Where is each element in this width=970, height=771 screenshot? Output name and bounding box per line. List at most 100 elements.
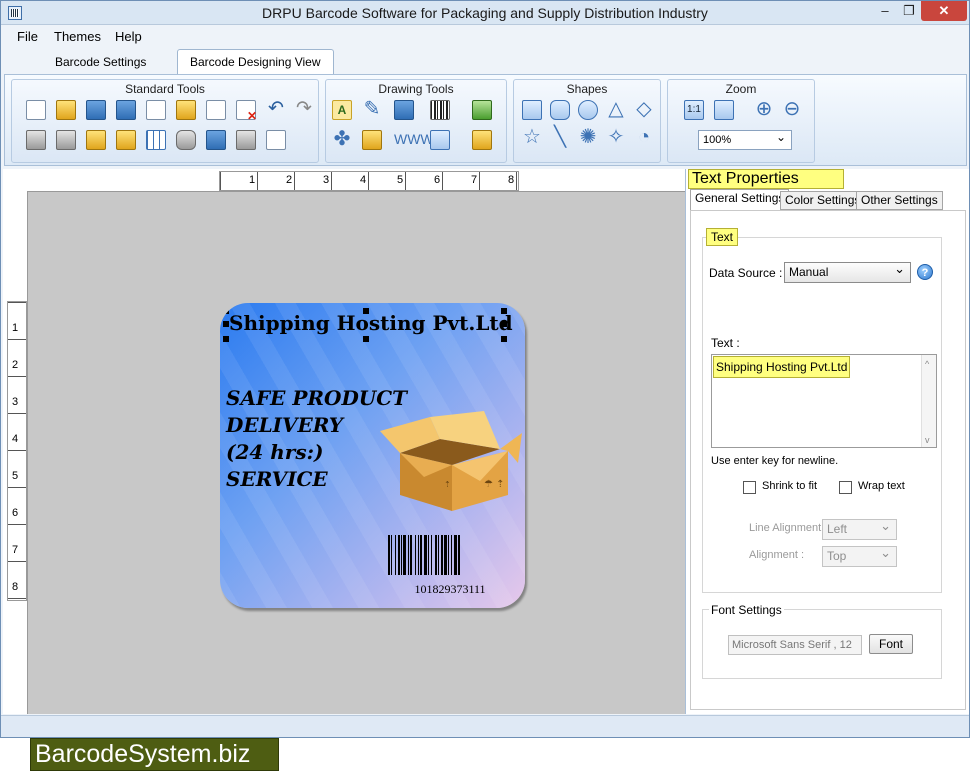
resize-handle[interactable] bbox=[223, 336, 229, 342]
text-tool-icon[interactable]: A bbox=[332, 100, 352, 120]
align-icon[interactable] bbox=[430, 130, 450, 150]
ruler-tick: 3 bbox=[323, 174, 330, 186]
zoom-out-icon[interactable]: ⊖ bbox=[782, 99, 802, 120]
ruler-tick: 5 bbox=[12, 470, 19, 482]
redo-icon[interactable]: ↷ bbox=[294, 99, 314, 120]
data-source-select[interactable]: Manual bbox=[784, 259, 911, 283]
exit-icon[interactable] bbox=[266, 130, 286, 150]
alignment-select[interactable]: Top bbox=[822, 543, 897, 567]
resize-handle[interactable] bbox=[501, 321, 507, 327]
send-back-icon[interactable] bbox=[56, 130, 76, 150]
ruler-tick: 5 bbox=[397, 174, 404, 186]
resize-handle[interactable] bbox=[363, 336, 369, 342]
properties-title: Text Properties bbox=[688, 169, 844, 189]
tab-general-settings[interactable]: General Settings bbox=[690, 189, 790, 210]
resize-handle[interactable] bbox=[363, 308, 369, 314]
barcode-bar bbox=[438, 535, 439, 575]
properties-tabs: General Settings Color Settings Other Se… bbox=[690, 189, 966, 210]
svg-text:⇡: ⇡ bbox=[444, 480, 451, 489]
bring-front-icon[interactable] bbox=[26, 130, 46, 150]
maximize-button[interactable]: ❐ bbox=[899, 3, 919, 23]
main-tabs: Barcode Settings Barcode Designing View bbox=[1, 49, 969, 75]
ruler-tick: 4 bbox=[360, 174, 367, 186]
line-alignment-select[interactable]: Left bbox=[822, 516, 897, 540]
shrink-to-fit-label[interactable]: Shrink to fit bbox=[762, 480, 817, 492]
text-input[interactable]: Shipping Hosting Pvt.Ltd ^ v bbox=[711, 354, 937, 448]
export-icon[interactable] bbox=[206, 130, 226, 150]
menu-file[interactable]: File bbox=[17, 29, 38, 44]
puzzle-icon[interactable]: ✤ bbox=[332, 129, 352, 150]
font-settings-legend: Font Settings bbox=[709, 603, 784, 617]
zoom-level-select[interactable]: 100% bbox=[698, 128, 792, 150]
triangle-icon[interactable]: △ bbox=[606, 99, 626, 120]
fill-icon[interactable] bbox=[472, 130, 492, 150]
menu-themes[interactable]: Themes bbox=[54, 29, 101, 44]
close-button[interactable]: ✕ bbox=[921, 1, 967, 21]
alignment-label: Alignment : bbox=[749, 549, 805, 561]
selection-box[interactable] bbox=[223, 308, 507, 342]
barcode-number[interactable]: 101829373111 bbox=[386, 582, 514, 597]
rectangle-icon[interactable] bbox=[522, 100, 542, 120]
undo-icon[interactable]: ↶ bbox=[266, 99, 286, 120]
resize-handle[interactable] bbox=[223, 308, 229, 314]
cardboard-box-image[interactable]: ☂ ⇡ ⇡ bbox=[380, 403, 524, 513]
menu-help[interactable]: Help bbox=[115, 29, 142, 44]
menu-bar: File Themes Help bbox=[1, 26, 969, 48]
minimize-button[interactable]: – bbox=[875, 3, 895, 23]
barcode-tool-icon[interactable] bbox=[430, 100, 450, 120]
window-title: DRPU Barcode Software for Packaging and … bbox=[262, 5, 708, 21]
grid-icon[interactable] bbox=[146, 130, 166, 150]
ruler-tick: 6 bbox=[434, 174, 441, 186]
tab-color-settings[interactable]: Color Settings bbox=[780, 191, 866, 210]
app-window: DRPU Barcode Software for Packaging and … bbox=[0, 0, 970, 738]
drawing-tools-title: Drawing Tools bbox=[378, 82, 454, 96]
resize-handle[interactable] bbox=[501, 336, 507, 342]
pen-tool-icon[interactable]: ✎ bbox=[362, 99, 382, 120]
arc-icon[interactable]: ◔ bbox=[634, 127, 654, 148]
paste-icon[interactable] bbox=[176, 100, 196, 120]
rounded-rectangle-icon[interactable] bbox=[550, 100, 570, 120]
cut-icon[interactable] bbox=[206, 100, 226, 120]
diamond-icon[interactable]: ◇ bbox=[634, 99, 654, 120]
picture-library-icon[interactable] bbox=[472, 100, 492, 120]
zoom-title: Zoom bbox=[725, 82, 757, 96]
tab-barcode-settings[interactable]: Barcode Settings bbox=[43, 52, 158, 75]
zoom-in-icon[interactable]: ⊕ bbox=[754, 99, 774, 120]
image-tool-icon[interactable] bbox=[394, 100, 414, 120]
actual-size-icon[interactable]: 1:1 bbox=[684, 100, 704, 120]
help-icon[interactable]: ? bbox=[917, 264, 933, 280]
delete-icon[interactable] bbox=[236, 100, 257, 123]
star-icon[interactable]: ☆ bbox=[522, 127, 542, 148]
barcode-label[interactable]: Shipping Hosting Pvt.Ltd SAFE PRODUCT DE… bbox=[220, 303, 525, 608]
text-scrollbar[interactable]: ^ v bbox=[921, 355, 936, 447]
save-as-icon[interactable] bbox=[116, 100, 136, 120]
burst-icon[interactable]: ✺ bbox=[578, 127, 598, 148]
shapes-group: Shapes △ ◇ ☆ ╲ ✺ ✧ ◔ bbox=[513, 79, 661, 163]
tab-other-settings[interactable]: Other Settings bbox=[856, 191, 943, 210]
copy-icon[interactable] bbox=[146, 100, 166, 120]
library-icon[interactable] bbox=[362, 130, 382, 150]
new-icon[interactable] bbox=[26, 100, 46, 120]
ellipse-icon[interactable] bbox=[578, 100, 598, 120]
font-button[interactable]: Font bbox=[869, 634, 913, 654]
line-icon[interactable]: ╲ bbox=[550, 127, 570, 148]
data-source-label: Data Source : bbox=[709, 266, 783, 280]
watermark-tool-icon[interactable]: WWW bbox=[394, 130, 434, 150]
shrink-to-fit-checkbox[interactable] bbox=[743, 481, 756, 494]
barcode-image[interactable] bbox=[386, 535, 514, 575]
unlock-icon[interactable] bbox=[116, 130, 136, 150]
four-point-star-icon[interactable]: ✧ bbox=[606, 127, 626, 148]
barcode-bar bbox=[418, 535, 419, 575]
lock-icon[interactable] bbox=[86, 130, 106, 150]
wrap-text-label[interactable]: Wrap text bbox=[858, 480, 905, 492]
save-icon[interactable] bbox=[86, 100, 106, 120]
barcode-bar bbox=[458, 535, 460, 575]
resize-handle[interactable] bbox=[223, 321, 229, 327]
fit-icon[interactable] bbox=[714, 100, 734, 120]
print-icon[interactable] bbox=[236, 130, 256, 150]
tab-barcode-designing-view[interactable]: Barcode Designing View bbox=[177, 49, 334, 75]
open-icon[interactable] bbox=[56, 100, 76, 120]
resize-handle[interactable] bbox=[501, 308, 507, 314]
database-icon[interactable] bbox=[176, 130, 196, 150]
wrap-text-checkbox[interactable] bbox=[839, 481, 852, 494]
